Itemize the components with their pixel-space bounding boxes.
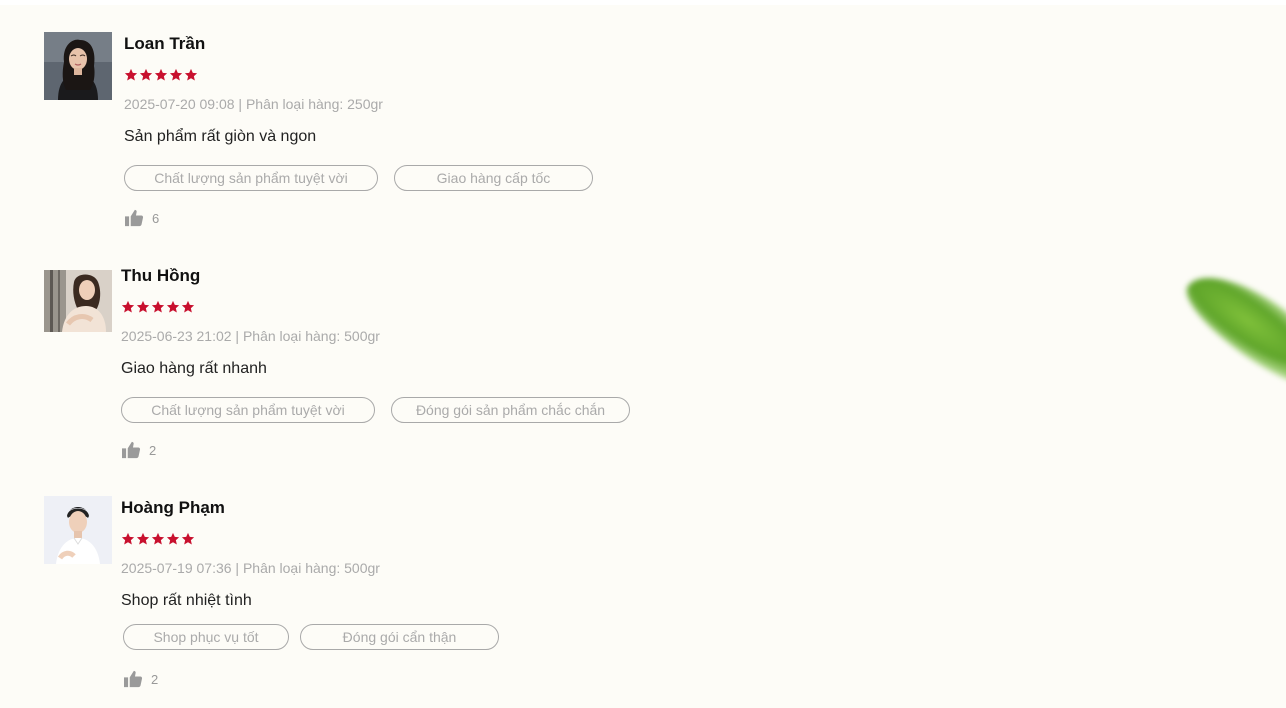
thumbs-up-icon[interactable] [121,441,141,459]
star-icon [166,532,180,545]
review-meta: 2025-07-19 07:36 | Phân loại hàng: 500gr [121,560,380,576]
star-icon [169,68,183,81]
star-icon [181,532,195,545]
reviewer-name: Thu Hồng [121,266,201,285]
review-comment: Sản phẩm rất giòn và ngon [124,128,317,145]
review-tag: Chất lượng sản phẩm tuyệt vời [124,165,378,191]
top-divider [0,0,1286,5]
star-rating [121,532,195,546]
review-comment: Shop rất nhiệt tình [121,592,252,609]
review-meta: 2025-07-20 09:08 | Phân loại hàng: 250gr [124,96,383,112]
avatar [44,496,112,564]
avatar [44,32,112,100]
like-count: 6 [152,210,160,226]
star-icon [181,300,195,313]
like-count: 2 [151,671,159,687]
like-control[interactable]: 2 [123,670,158,688]
star-icon [139,68,153,81]
reviewer-name: Loan Trần [124,34,206,53]
star-icon [124,68,138,81]
star-rating [124,68,198,82]
avatar [44,270,112,332]
thumbs-up-icon[interactable] [123,670,143,688]
star-icon [154,68,168,81]
star-rating [121,300,195,314]
review-tag: Shop phục vụ tốt [123,624,289,650]
review-tag: Giao hàng cấp tốc [394,165,593,191]
decorative-leaf-image [1174,256,1286,404]
reviewer-name: Hoàng Phạm [121,498,225,517]
star-icon [136,300,150,313]
review-tag: Đóng gói cẩn thận [300,624,499,650]
star-icon [166,300,180,313]
star-icon [184,68,198,81]
review-tag: Chất lượng sản phẩm tuyệt vời [121,397,375,423]
review-comment: Giao hàng rất nhanh [121,360,267,377]
star-icon [121,300,135,313]
star-icon [151,532,165,545]
review-tag: Đóng gói sản phẩm chắc chắn [391,397,630,423]
star-icon [151,300,165,313]
star-icon [136,532,150,545]
thumbs-up-icon[interactable] [124,209,144,227]
user-avatar-photo-icon [44,496,112,564]
star-icon [121,532,135,545]
reviews-page: Loan Trần 2025-07-20 09:08 | Phân loại h… [0,0,1286,708]
review-meta: 2025-06-23 21:02 | Phân loại hàng: 500gr [121,328,380,344]
like-control[interactable]: 2 [121,441,156,459]
user-avatar-photo-icon [44,270,112,332]
like-count: 2 [149,442,157,458]
user-avatar-photo-icon [44,32,112,100]
like-control[interactable]: 6 [124,209,159,227]
